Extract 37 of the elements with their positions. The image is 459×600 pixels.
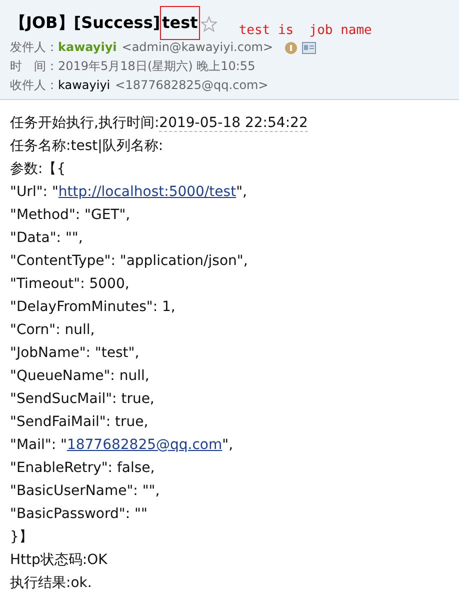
message-line: "SendFaiMail": true, (10, 413, 150, 432)
star-icon[interactable] (200, 16, 217, 32)
link[interactable]: 1877682825@qq.com (66, 437, 222, 453)
info-icon[interactable] (285, 42, 298, 54)
message-line: "Method": "GET", (10, 206, 132, 225)
field-label: 发件人： (10, 39, 58, 56)
message-line: 执行结果:ok. (10, 574, 93, 593)
message-line: }】 (10, 528, 34, 547)
message-line: "BasicPassword": "" (10, 505, 148, 524)
email-address: <admin@kawayiyi.com> (122, 39, 274, 56)
sender-name: kawayiyi (58, 39, 117, 56)
recipient-name: kawayiyi (58, 77, 110, 94)
annotation-text: test is job name (238, 24, 372, 37)
message-line: 参数:【{ (10, 160, 67, 179)
message-line: "QueueName": null, (10, 367, 150, 386)
message-line: "Url": "http://localhost:5000/test", (10, 183, 248, 202)
contact-card-icon[interactable] (302, 42, 316, 54)
field-label: 时 间： (10, 58, 58, 75)
message-line: "DelayFromMinutes": 1, (10, 298, 176, 317)
message-line: "Corn": null, (10, 321, 96, 340)
link[interactable]: http://localhost:5000/test (58, 184, 236, 200)
message-line: "JobName": "test", (10, 344, 140, 363)
message-line: "BasicUserName": "", (10, 482, 161, 501)
highlighted-subject-word: test (160, 6, 200, 40)
message-line: "EnableRetry": false, (10, 459, 156, 478)
message-line: "SendSucMail": true, (10, 390, 156, 409)
message-line: Http状态码:OK (10, 551, 108, 570)
message-line: "Mail": "1877682825@qq.com", (10, 436, 234, 455)
message-line: 任务名称:test|队列名称: (10, 137, 164, 156)
message-line: "Timeout": 5000, (10, 275, 130, 294)
message-line: "ContentType": "application/json", (10, 252, 249, 271)
email-subject: 【JOB】[Success] (10, 12, 160, 34)
message-line: 任务开始执行,执行时间:2019-05-18 22:54:22 (10, 114, 309, 134)
field-label: 收件人： (10, 77, 58, 94)
date-time: 2019年5月18日(星期六) 晚上10:55 (58, 58, 256, 75)
email-address: <1877682825@qq.com> (115, 77, 268, 94)
message-line: "Data": "", (10, 229, 84, 248)
